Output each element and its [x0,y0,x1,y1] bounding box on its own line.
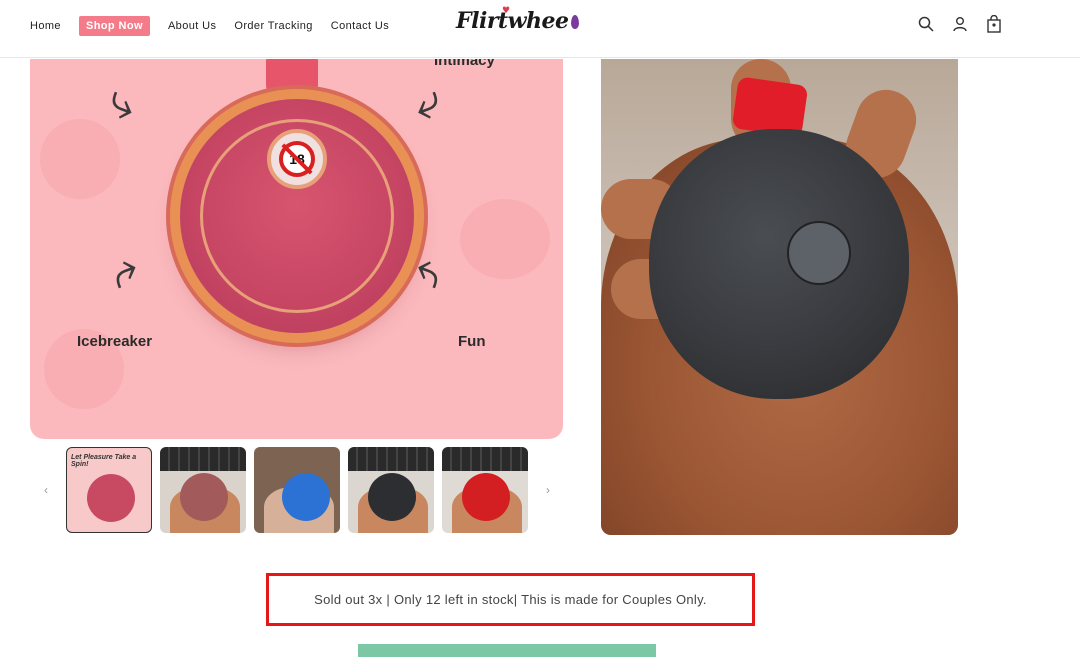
main-product-image[interactable]: Intimacy Icebreaker Fun ⤷ ⤷ ⤷ ⤷ 18 [30,59,563,439]
logo-text: Flirtwhee [456,8,569,34]
device-window [787,221,851,285]
label-intimacy: Intimacy [434,59,495,69]
device-window: 18 [267,129,327,189]
site-header: Home Shop Now About Us Order Tracking Co… [0,0,1080,58]
account-icon[interactable] [950,14,970,34]
age-badge-text: 18 [289,151,305,167]
thumbnail-5[interactable] [442,447,528,533]
stock-notice-banner: Sold out 3x | Only 12 left in stock| Thi… [266,573,755,626]
thumbnail-3[interactable] [254,447,340,533]
spinner-device: 18 [180,99,414,333]
nav-about-us[interactable]: About Us [168,20,216,32]
search-icon[interactable] [916,14,936,34]
no-under-18-icon: 18 [279,141,315,177]
arrow-icon: ⤷ [101,73,144,131]
secondary-product-image[interactable] [601,59,958,535]
thumbnail-slider: ‹ Let Pleasure Take a Spin! › [38,446,556,534]
stock-notice-text: Sold out 3x | Only 12 left in stock| Thi… [314,592,707,607]
main-nav: Home Shop Now About Us Order Tracking Co… [30,16,389,36]
eggplant-icon [570,15,579,29]
nav-shop-now[interactable]: Shop Now [78,16,150,36]
thumbnail-list: Let Pleasure Take a Spin! [66,447,528,533]
nav-contact-us[interactable]: Contact Us [331,20,389,32]
nav-order-tracking[interactable]: Order Tracking [234,20,312,32]
slider-prev-button[interactable]: ‹ [38,483,54,497]
thumbnail-1[interactable]: Let Pleasure Take a Spin! [66,447,152,533]
arrow-icon: ⤷ [405,249,448,307]
background-heart [40,119,120,199]
next-section-image [358,644,656,657]
header-icons [916,14,1004,34]
thumbnail-4[interactable] [348,447,434,533]
nav-home[interactable]: Home [30,20,61,32]
thumbnail-2[interactable] [160,447,246,533]
site-logo[interactable]: Flirtwhee ♥ [456,6,579,34]
device-knob [266,59,318,97]
background-eggplant [460,199,550,279]
label-fun: Fun [458,333,486,350]
black-spinner-device [649,129,909,399]
arrow-icon: ⤷ [405,73,448,131]
heart-icon: ♥ [502,6,510,16]
label-icebreaker: Icebreaker [77,333,153,350]
slider-next-button[interactable]: › [540,483,556,497]
cart-icon[interactable] [984,14,1004,34]
arrow-icon: ⤷ [105,249,148,307]
thumbnail-title: Let Pleasure Take a Spin! [71,454,137,468]
